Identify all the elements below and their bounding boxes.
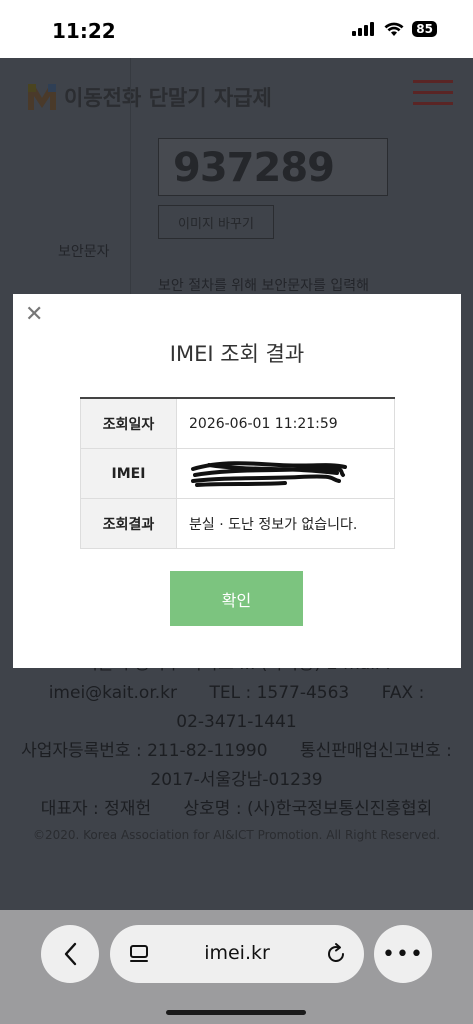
captcha-image: 937289 [158,138,388,196]
footer-fax: FAX : [381,683,425,703]
form-divider [130,58,131,298]
row-value-imei [176,448,395,499]
table-row: 조회일자 2026-06-01 11:21:59 [80,397,395,449]
footer-fax-number: 02-3471-1441 [176,712,297,732]
more-icon: ••• [382,941,424,967]
wifi-icon [384,22,404,36]
modal-title: IMEI 조회 결과 [169,342,305,366]
chevron-left-icon [64,942,77,966]
footer-copyright: ©2020. Korea Association for AI&ICT Prom… [32,828,441,842]
footer-mail-order: 통신판매업신고번호 : [299,741,452,761]
battery-indicator: 85 [412,21,437,37]
confirm-button[interactable]: 확인 [170,571,303,626]
imei-result-modal: ✕ IMEI 조회 결과 조회일자 2026-06-01 11:21:59 IM… [13,294,461,668]
footer-biz-reg: 사업자등록번호 : 211-82-11990 [21,741,268,761]
footer-company-name: 상호명 : (사)한국정보통신진흥협회 [183,799,433,819]
footer-contact: imei@kait.or.kr TEL : 1577-4563 FAX : [0,679,473,708]
row-label-result: 조회결과 [80,498,177,549]
security-guide-text: 보안 절차를 위해 보안문자를 입력해 [158,278,369,294]
footer-ceo: 대표자 : 정재헌 [40,799,152,819]
table-row: IMEI [80,448,395,499]
row-label-imei: IMEI [80,448,177,499]
footer: 서울시 송파구 가락로 ... (가락동) E-mail : imei@kait… [0,650,473,846]
hamburger-menu-icon[interactable] [413,80,453,106]
status-bar: 11:22 85 [0,0,473,58]
signal-icon [352,22,375,36]
logo-mark-icon [28,84,56,110]
home-indicator [166,1010,306,1015]
footer-mail-order-number: 2017-서울강남-01239 [150,770,323,790]
close-icon[interactable]: ✕ [25,302,43,327]
status-icons: 85 [352,21,437,37]
row-value-result: 분실 · 도난 정보가 없습니다. [176,498,395,549]
captcha-refresh-button[interactable]: 이미지 바꾸기 [158,205,274,239]
table-row: 조회결과 분실 · 도난 정보가 없습니다. [80,498,395,549]
row-label-date: 조회일자 [80,397,177,449]
back-button[interactable] [41,925,99,983]
site-logo[interactable]: 이동전화 단말기 자급제 [26,82,272,112]
address-bar[interactable]: imei.kr [110,925,364,983]
footer-registration: 사업자등록번호 : 211-82-11990 통신판매업신고번호 : [0,737,473,766]
reload-icon[interactable] [324,942,348,966]
result-table: 조회일자 2026-06-01 11:21:59 IMEI 조회결과 분실 · … [80,397,395,549]
more-options-button[interactable]: ••• [374,925,432,983]
status-time: 11:22 [52,19,116,43]
redaction-scribble-icon [191,460,347,487]
browser-toolbar: imei.kr ••• [0,910,473,1024]
footer-tel: TEL : 1577-4563 [209,683,350,703]
footer-company: 대표자 : 정재헌 상호명 : (사)한국정보통신진흥협회 [0,795,473,824]
captcha-text: 937289 [173,145,335,191]
logo-text: 이동전화 단말기 자급제 [64,86,272,110]
footer-email[interactable]: imei@kait.or.kr [49,683,177,703]
security-label: 보안문자 [58,244,110,260]
row-value-date: 2026-06-01 11:21:59 [176,397,395,449]
